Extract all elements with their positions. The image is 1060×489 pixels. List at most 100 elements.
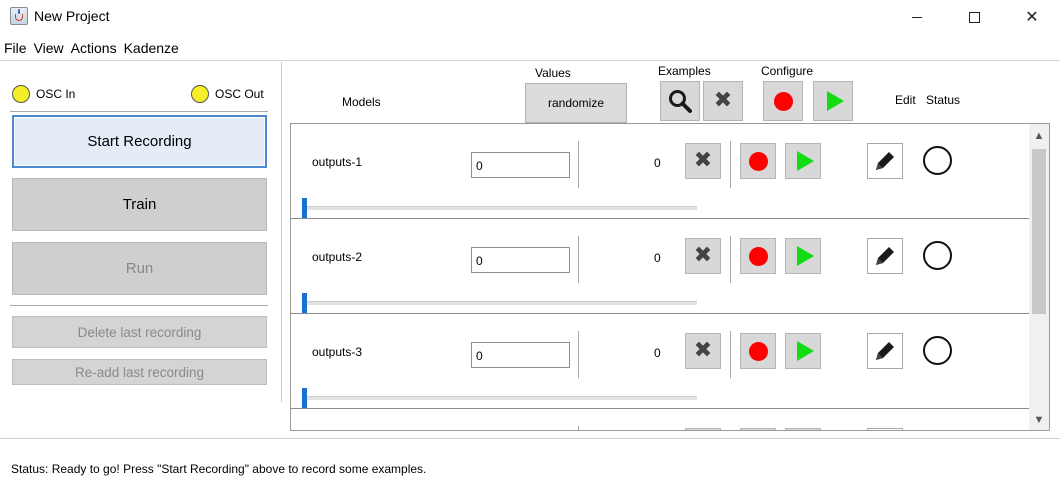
model-value-field[interactable]: 0 — [471, 152, 570, 178]
value-slider-track[interactable] — [303, 206, 697, 210]
clear-icon: ✖ — [693, 243, 713, 268]
delete-last-recording-button[interactable]: Delete last recording — [12, 316, 267, 348]
clear-examples-button[interactable]: ✖ — [685, 143, 721, 179]
status-header: Status — [926, 93, 961, 107]
value-slider-thumb[interactable] — [302, 293, 307, 313]
run-toggle-button[interactable] — [785, 143, 821, 179]
scroll-down-icon[interactable]: ▼ — [1029, 410, 1049, 430]
row-divider — [730, 141, 731, 188]
scroll-up-icon[interactable]: ▲ — [1029, 126, 1049, 146]
record-toggle-button[interactable] — [740, 238, 776, 274]
menu-divider — [0, 60, 1060, 61]
clear-icon: ✖ — [713, 88, 733, 113]
model-name: outputs-3 — [312, 345, 363, 359]
record-toggle-button[interactable] — [740, 428, 776, 430]
randomize-button[interactable]: randomize — [525, 83, 627, 123]
model-value-field[interactable]: 0 — [471, 342, 570, 368]
edit-header: Edit — [895, 93, 916, 107]
row-divider — [730, 236, 731, 283]
row-divider — [578, 426, 579, 430]
edit-model-button[interactable] — [867, 238, 903, 274]
model-row-partial — [291, 409, 1029, 430]
osc-out-label: OSC Out — [215, 87, 264, 101]
clear-icon: ✖ — [693, 338, 713, 363]
model-name: outputs-2 — [312, 250, 363, 264]
java-app-icon — [10, 7, 28, 25]
left-panel-divider — [10, 111, 268, 112]
row-divider — [578, 141, 579, 188]
play-icon — [826, 91, 844, 111]
model-value-field[interactable]: 0 — [471, 247, 570, 273]
menu-file[interactable]: File — [0, 38, 30, 58]
maximize-icon — [968, 11, 980, 23]
example-count: 0 — [654, 156, 661, 170]
pencil-icon — [876, 152, 894, 170]
models-header: Models — [342, 95, 381, 109]
osc-in-label: OSC In — [36, 87, 76, 101]
status-circle-icon — [923, 241, 952, 270]
menu-view[interactable]: View — [30, 38, 67, 58]
value-slider-track[interactable] — [303, 301, 697, 305]
menu-actions[interactable]: Actions — [67, 38, 120, 58]
status-circle-icon — [923, 146, 952, 175]
status-divider — [0, 438, 1060, 439]
clear-examples-button[interactable] — [685, 428, 721, 430]
model-row: outputs-2 0 0 ✖ — [291, 219, 1029, 314]
row-divider — [730, 331, 731, 378]
run-toggle-button[interactable] — [785, 238, 821, 274]
value-slider-thumb[interactable] — [302, 388, 307, 408]
pencil-icon — [876, 247, 894, 265]
status-circle-icon — [923, 336, 952, 365]
menu-kadenze[interactable]: Kadenze — [120, 38, 182, 58]
value-slider-track[interactable] — [303, 396, 697, 400]
pencil-icon — [876, 342, 894, 360]
record-icon — [773, 91, 793, 111]
edit-model-button[interactable] — [867, 333, 903, 369]
window-title: New Project — [34, 8, 110, 24]
values-header: Values — [535, 66, 571, 80]
close-button[interactable]: ✕ — [1009, 0, 1055, 34]
maximize-button[interactable] — [951, 0, 997, 34]
play-icon — [796, 341, 814, 361]
train-button[interactable]: Train — [12, 178, 267, 231]
panel-divider — [281, 62, 282, 402]
play-icon — [796, 151, 814, 171]
vertical-scrollbar[interactable]: ▲ ▼ — [1029, 124, 1049, 430]
clear-icon: ✖ — [693, 148, 713, 173]
run-toggle-button[interactable] — [785, 333, 821, 369]
record-toggle-button[interactable] — [740, 333, 776, 369]
minimize-button[interactable] — [894, 0, 940, 34]
minimize-icon — [912, 16, 922, 18]
record-toggle-button[interactable] — [740, 143, 776, 179]
osc-in-indicator-icon — [12, 85, 30, 103]
run-toggle-button[interactable] — [785, 428, 821, 430]
clear-all-examples-button[interactable]: ✖ — [703, 81, 743, 121]
close-icon: ✕ — [1025, 9, 1039, 26]
osc-out-indicator-icon — [191, 85, 209, 103]
record-all-button[interactable] — [763, 81, 803, 121]
readd-last-recording-button[interactable]: Re-add last recording — [12, 359, 267, 385]
left-panel-divider — [10, 305, 268, 306]
clear-examples-button[interactable]: ✖ — [685, 238, 721, 274]
search-icon — [669, 90, 692, 113]
record-icon — [748, 246, 768, 266]
model-row: outputs-1 0 0 ✖ — [291, 124, 1029, 219]
start-recording-button[interactable]: Start Recording — [12, 115, 267, 168]
value-slider-thumb[interactable] — [302, 198, 307, 218]
record-icon — [748, 341, 768, 361]
run-button[interactable]: Run — [12, 242, 267, 295]
configure-header: Configure — [761, 64, 814, 78]
clear-examples-button[interactable]: ✖ — [685, 333, 721, 369]
models-scroll-pane[interactable]: outputs-1 0 0 ✖ outputs-2 0 0 ✖ outputs-… — [290, 123, 1050, 431]
row-divider — [578, 331, 579, 378]
edit-model-button[interactable] — [867, 428, 903, 430]
example-count: 0 — [654, 346, 661, 360]
row-divider — [578, 236, 579, 283]
example-count: 0 — [654, 251, 661, 265]
run-all-button[interactable] — [813, 81, 853, 121]
record-icon — [748, 151, 768, 171]
menu-bar: File View Actions Kadenze — [0, 38, 182, 58]
search-examples-button[interactable] — [660, 81, 700, 121]
edit-model-button[interactable] — [867, 143, 903, 179]
scrollbar-thumb[interactable] — [1032, 149, 1046, 314]
